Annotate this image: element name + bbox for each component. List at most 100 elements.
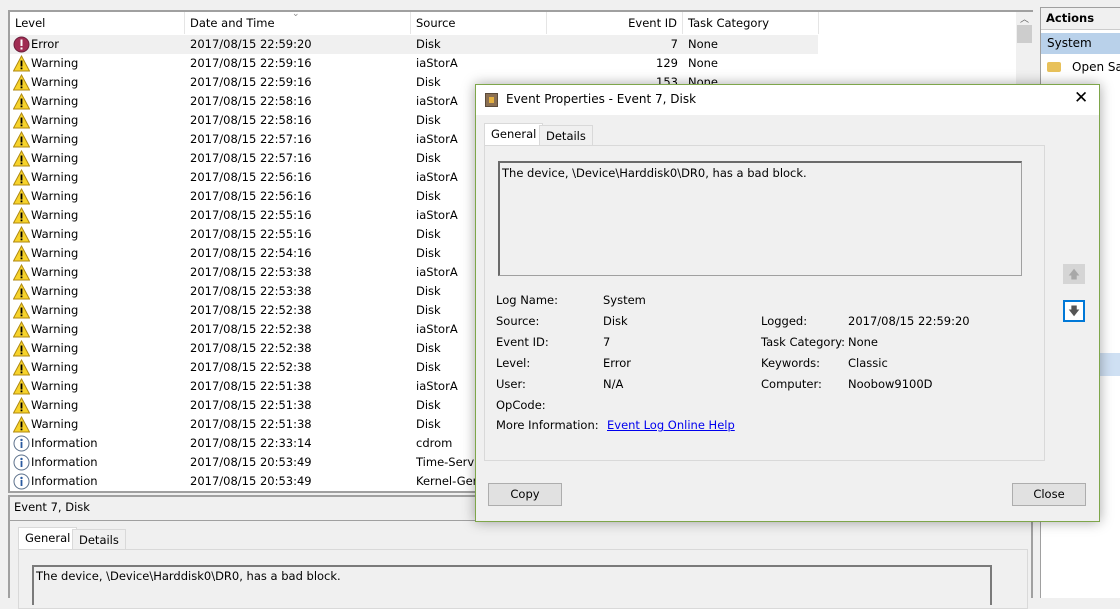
level-cell: Warning: [31, 151, 79, 165]
date-cell: 2017/08/15 20:53:49: [190, 474, 312, 488]
actions-title: Actions: [1041, 8, 1120, 30]
user-value: N/A: [603, 377, 624, 391]
date-cell: 2017/08/15 22:58:16: [190, 113, 312, 127]
level-cell: Error: [31, 37, 60, 51]
level-cell: Warning: [31, 303, 79, 317]
date-cell: 2017/08/15 22:52:38: [190, 360, 312, 374]
source-value: Disk: [603, 314, 628, 328]
level-cell: Warning: [31, 417, 79, 431]
date-cell: 2017/08/15 22:55:16: [190, 227, 312, 241]
level-cell: Warning: [31, 284, 79, 298]
date-cell: 2017/08/15 22:58:16: [190, 94, 312, 108]
warning-icon: [12, 282, 31, 300]
warning-icon: [12, 396, 31, 414]
event-properties-dialog: Event Properties - Event 7, Disk ✕ Gener…: [475, 84, 1100, 522]
level-cell: Warning: [31, 341, 79, 355]
date-cell: 2017/08/15 22:54:16: [190, 246, 312, 260]
warning-icon: [12, 149, 31, 167]
event-viewer-icon: [485, 93, 498, 107]
action-item[interactable]: Open Sav: [1072, 60, 1120, 74]
source-cell: Disk: [416, 37, 441, 51]
close-button[interactable]: Close: [1012, 483, 1086, 506]
copy-button[interactable]: Copy: [488, 483, 562, 506]
column-source[interactable]: Source: [411, 12, 547, 34]
warning-icon: [12, 111, 31, 129]
logged-value: 2017/08/15 22:59:20: [848, 314, 970, 328]
level-cell: Warning: [31, 75, 79, 89]
dialog-title: Event Properties - Event 7, Disk: [506, 92, 697, 106]
warning-icon: [12, 244, 31, 262]
level-cell: Warning: [31, 360, 79, 374]
event-id-value: 7: [603, 335, 611, 349]
folder-icon: [1047, 62, 1061, 72]
date-cell: 2017/08/15 22:55:16: [190, 208, 312, 222]
close-icon[interactable]: ✕: [1074, 88, 1088, 108]
level-cell: Warning: [31, 227, 79, 241]
actions-section-system[interactable]: System: [1041, 33, 1120, 54]
level-cell: Information: [31, 474, 98, 488]
level-cell: Warning: [31, 398, 79, 412]
warning-icon: [12, 187, 31, 205]
event-log-help-link[interactable]: Event Log Online Help: [607, 418, 735, 432]
level-cell: Warning: [31, 322, 79, 336]
previous-event-arrow-icon[interactable]: 🡅: [1063, 264, 1085, 284]
date-cell: 2017/08/15 22:53:38: [190, 284, 312, 298]
warning-icon: [12, 301, 31, 319]
date-cell: 2017/08/15 22:51:38: [190, 379, 312, 393]
sort-chevron-icon: ⌄: [292, 10, 300, 19]
warning-icon: [12, 339, 31, 357]
information-icon: [13, 454, 30, 471]
dialog-tab-general[interactable]: General: [484, 123, 544, 145]
level-cell: Information: [31, 455, 98, 469]
level-cell: Warning: [31, 113, 79, 127]
log-name-label: Log Name:: [496, 293, 558, 307]
task-category-cell: None: [688, 56, 719, 70]
date-cell: 2017/08/15 22:56:16: [190, 170, 312, 184]
scroll-up-arrow-icon[interactable]: ︿: [1016, 12, 1033, 25]
table-row[interactable]: Error 2017/08/15 22:59:20 Disk 7 None: [10, 35, 818, 54]
more-info-label: More Information:: [496, 418, 599, 432]
keywords-label: Keywords:: [761, 356, 820, 370]
dialog-title-bar[interactable]: Event Properties - Event 7, Disk ✕: [476, 85, 1099, 115]
dialog-tab-details[interactable]: Details: [539, 125, 593, 145]
level-cell: Warning: [31, 379, 79, 393]
information-icon: [13, 473, 30, 490]
date-cell: 2017/08/15 22:52:38: [190, 341, 312, 355]
preview-tab-details[interactable]: Details: [72, 529, 126, 549]
keywords-value: Classic: [848, 356, 888, 370]
logged-label: Logged:: [761, 314, 808, 328]
level-cell: Warning: [31, 56, 79, 70]
warning-icon: [12, 73, 31, 91]
level-cell: Warning: [31, 94, 79, 108]
dialog-message[interactable]: The device, \Device\Harddisk0\DR0, has a…: [498, 161, 1022, 276]
warning-icon: [12, 168, 31, 186]
column-level[interactable]: Level: [10, 12, 185, 34]
next-event-arrow-icon[interactable]: 🡇: [1063, 300, 1085, 322]
source-label: Source:: [496, 314, 540, 328]
information-icon: [13, 435, 30, 452]
warning-icon: [12, 415, 31, 433]
computer-label: Computer:: [761, 377, 822, 391]
level-cell: Warning: [31, 265, 79, 279]
date-cell: 2017/08/15 22:33:14: [190, 436, 312, 450]
date-cell: 2017/08/15 22:59:20: [190, 37, 312, 51]
table-row[interactable]: Warning 2017/08/15 22:59:16 iaStorA 129 …: [10, 54, 818, 73]
level-cell: Warning: [31, 189, 79, 203]
level-label: Level:: [496, 356, 531, 370]
computer-value: Noobow9100D: [848, 377, 933, 391]
warning-icon: [12, 358, 31, 376]
date-cell: 2017/08/15 20:53:49: [190, 455, 312, 469]
scroll-thumb[interactable]: [1017, 25, 1032, 43]
column-task-category[interactable]: Task Category: [683, 12, 819, 34]
date-cell: 2017/08/15 22:51:38: [190, 417, 312, 431]
date-cell: 2017/08/15 22:53:38: [190, 265, 312, 279]
preview-tab-general[interactable]: General: [18, 527, 78, 549]
warning-icon: [12, 54, 31, 72]
event-id-cell: 7: [670, 37, 678, 51]
column-event-id[interactable]: Event ID: [547, 12, 683, 34]
user-label: User:: [496, 377, 526, 391]
preview-message[interactable]: The device, \Device\Harddisk0\DR0, has a…: [32, 565, 992, 605]
warning-icon: [12, 320, 31, 338]
date-cell: 2017/08/15 22:59:16: [190, 75, 312, 89]
task-category-value: None: [848, 335, 879, 349]
